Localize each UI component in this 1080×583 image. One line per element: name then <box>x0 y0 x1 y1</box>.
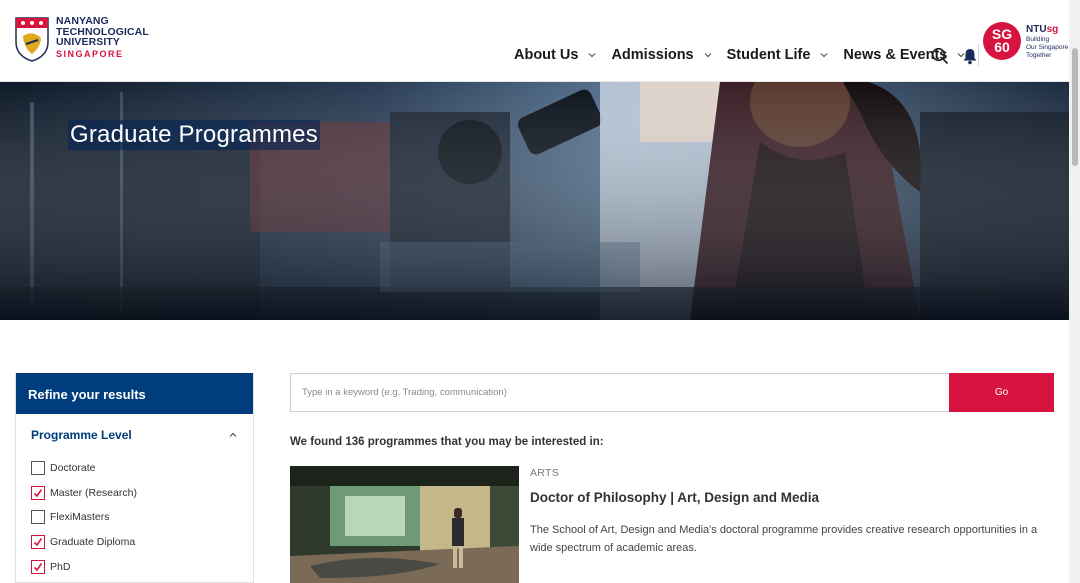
result-description: The School of Art, Design and Media's do… <box>530 524 1038 554</box>
filter-option-label: Graduate Diploma <box>50 536 136 549</box>
page-title: Graduate Programmes <box>68 120 320 150</box>
filter-option-label: FlexiMasters <box>50 511 110 524</box>
chevron-up-icon <box>229 432 237 437</box>
result-title-link[interactable]: Doctor of Philosophy | Art, Design and M… <box>530 490 819 505</box>
programme-level-toggle[interactable]: Programme Level <box>31 428 238 442</box>
result-thumbnail[interactable] <box>290 466 519 583</box>
logo-wordmark: NANYANG TECHNOLOGICAL UNIVERSITY SINGAPO… <box>56 16 149 59</box>
hero-banner: Graduate Programmes <box>0 82 1069 320</box>
ntusg-suffix: sg <box>1046 24 1059 35</box>
checkbox[interactable] <box>31 510 45 525</box>
refine-results-heading: Refine your results <box>16 373 253 414</box>
checkmark-icon <box>33 488 43 498</box>
refine-results-panel: Refine your results Programme Level Doct… <box>15 373 254 583</box>
filter-option-doctorate[interactable]: Doctorate <box>31 456 238 481</box>
checkbox[interactable] <box>31 559 45 574</box>
chevron-down-icon <box>820 53 828 58</box>
logo-line-3: UNIVERSITY <box>56 36 121 48</box>
nav-about-us[interactable]: About Us <box>514 47 597 63</box>
filter-option-fleximasters[interactable]: FlexiMasters <box>31 505 238 530</box>
nav-student-life-label: Student Life <box>726 47 811 63</box>
filter-option-label: PhD <box>50 560 71 573</box>
programme-level-title: Programme Level <box>31 428 132 442</box>
nav-admissions[interactable]: Admissions <box>611 47 712 63</box>
gallery-photo <box>290 466 519 583</box>
bell-icon <box>963 49 977 65</box>
results-summary: We found 136 programmes that you may be … <box>290 436 604 448</box>
nav-admissions-label: Admissions <box>611 47 694 63</box>
ntu-crest-icon <box>15 17 49 62</box>
page-scrollbar[interactable] <box>1069 0 1080 583</box>
nav-student-life[interactable]: Student Life <box>727 47 830 63</box>
filter-option-label: Doctorate <box>50 462 96 475</box>
search-button[interactable] <box>930 46 950 66</box>
filter-option-master-research[interactable]: Master (Research) <box>31 481 238 506</box>
chevron-down-icon <box>589 53 596 58</box>
scrollbar-thumb[interactable] <box>1072 48 1078 166</box>
filter-option-phd[interactable]: PhD <box>31 554 238 579</box>
ntusg-prefix: NTU <box>1026 24 1047 35</box>
filter-option-graduate-diploma[interactable]: Graduate Diploma <box>31 530 238 555</box>
programme-level-filter: Programme Level Doctorate Master (Resear… <box>16 414 253 579</box>
checkbox[interactable] <box>31 485 45 500</box>
checkbox[interactable] <box>31 461 45 476</box>
nav-about-us-label: About Us <box>514 47 579 63</box>
hero-laboratory-photo <box>0 82 1069 320</box>
checkbox[interactable] <box>31 535 45 550</box>
filter-option-label: Master (Research) <box>50 486 137 499</box>
logo-line-1: NANYANG <box>56 15 109 27</box>
result-category: ARTS <box>530 467 560 479</box>
keyword-search-input[interactable] <box>290 373 949 412</box>
ntu-logo[interactable]: NANYANG TECHNOLOGICAL UNIVERSITY SINGAPO… <box>14 16 149 62</box>
sg60-line-2: 60 <box>994 39 1010 55</box>
sg60-badge[interactable]: SG 60 <box>983 22 1021 60</box>
checkmark-icon <box>33 562 43 571</box>
main-nav: About Us Admissions Student Life News & … <box>514 44 989 66</box>
checkmark-icon <box>33 538 43 547</box>
notifications-button[interactable] <box>960 46 980 66</box>
go-button[interactable]: Go <box>949 373 1054 412</box>
site-header: NANYANG TECHNOLOGICAL UNIVERSITY SINGAPO… <box>0 0 1080 82</box>
logo-line-4: SINGAPORE <box>56 48 124 59</box>
chevron-down-icon <box>704 53 712 58</box>
search-icon <box>931 47 949 65</box>
programme-level-options: Doctorate Master (Research) FlexiMasters… <box>31 456 238 579</box>
